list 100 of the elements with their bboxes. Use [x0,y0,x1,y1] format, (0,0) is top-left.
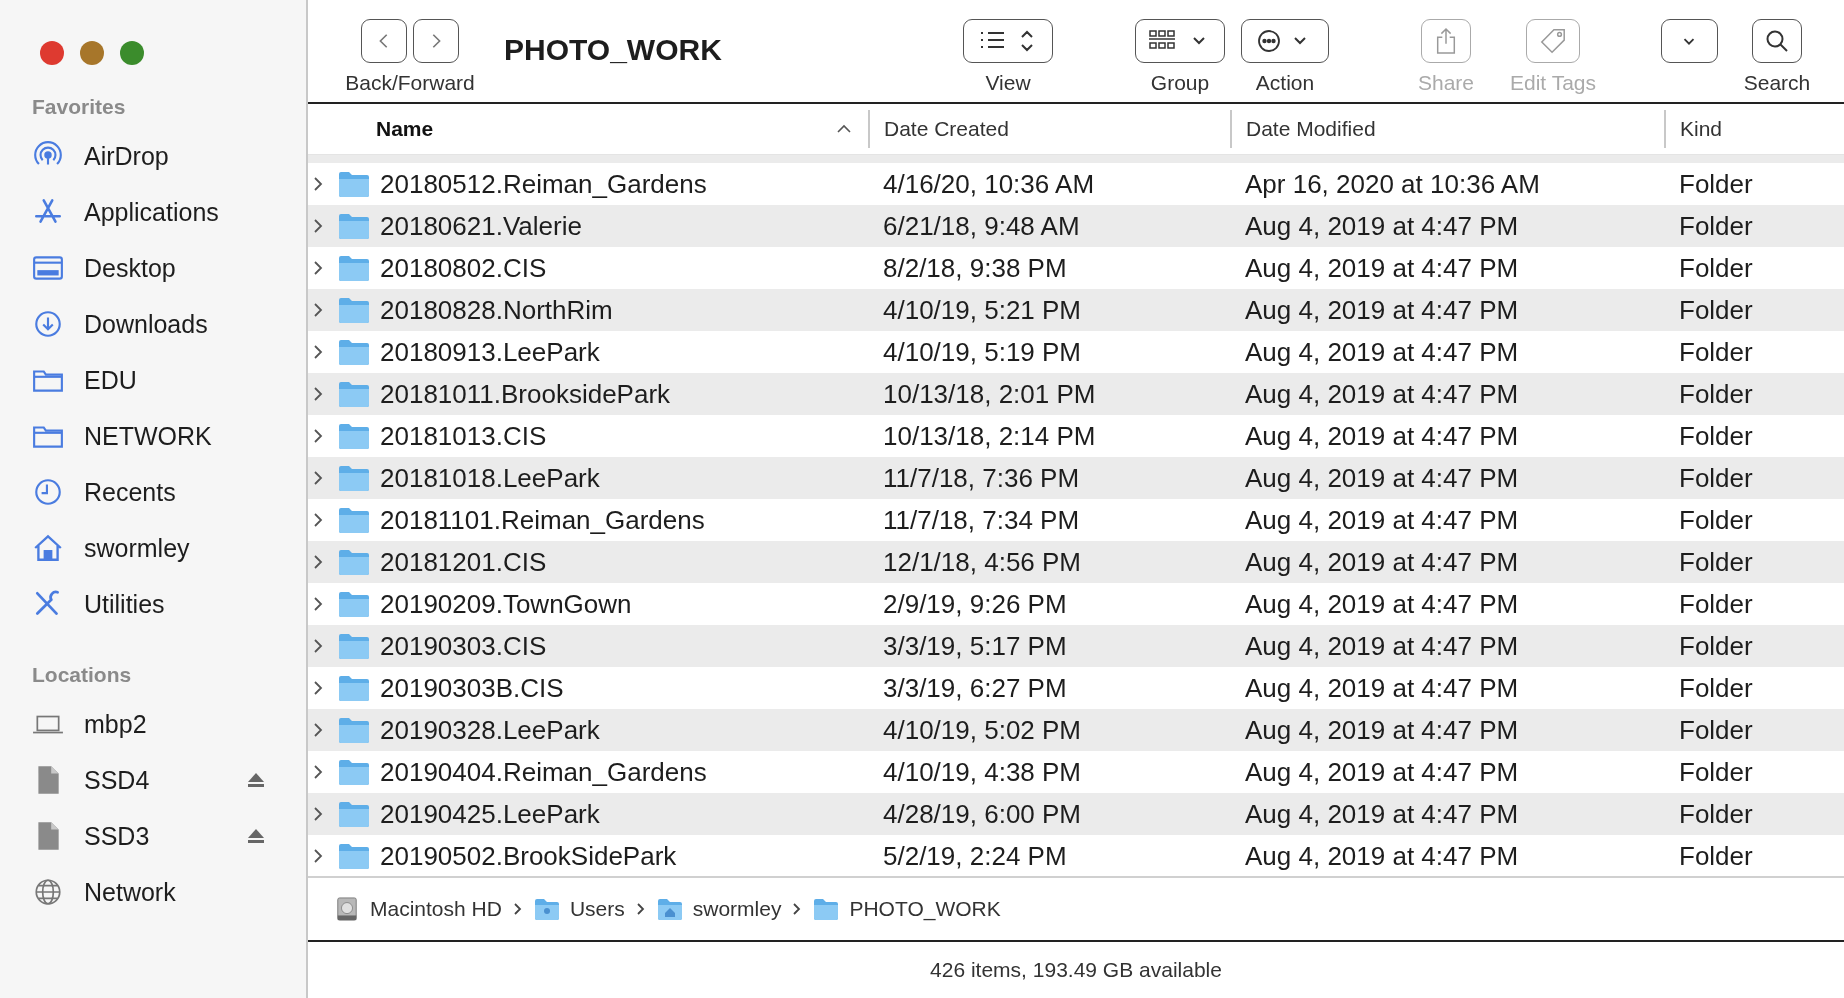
disclosure-chevron-icon[interactable] [312,176,324,192]
file-name[interactable]: 20181018.LeePark [380,462,600,494]
sidebar-item[interactable]: AirDrop [84,141,169,171]
date-modified: Aug 4, 2019 at 4:47 PM [1245,294,1519,326]
dropdown-button[interactable] [1660,19,1718,63]
path-item[interactable]: PHOTO_WORK [849,897,1001,921]
file-kind: Folder [1679,378,1753,410]
file-kind: Folder [1679,546,1753,578]
disclosure-chevron-icon[interactable] [312,722,324,738]
file-kind: Folder [1679,504,1753,536]
disclosure-chevron-icon[interactable] [312,764,324,780]
date-modified: Aug 4, 2019 at 4:47 PM [1245,714,1519,746]
file-name[interactable]: 20181013.CIS [380,420,547,452]
file-kind: Folder [1679,336,1753,368]
file-name[interactable]: 20190209.TownGown [380,588,632,620]
file-name[interactable]: 20190303.CIS [380,630,547,662]
folder-icon [338,717,370,743]
eject-icon[interactable] [246,827,266,845]
sidebar-item[interactable]: Utilities [84,589,165,619]
disclosure-chevron-icon[interactable] [312,596,324,612]
column-header[interactable]: Date Modified [1230,110,1664,148]
disclosure-chevron-icon[interactable] [312,302,324,318]
zoom-button[interactable] [120,41,144,65]
user-folder-icon [533,897,560,921]
file-name[interactable]: 20181011.BrooksidePark [380,378,671,410]
chevron-right-icon [511,902,522,916]
forward-button[interactable] [413,19,459,63]
folder-icon [338,339,370,365]
globe-icon [32,876,64,908]
disclosure-chevron-icon[interactable] [312,806,324,822]
path-item[interactable]: swormley [692,897,782,921]
date-created: 11/7/18, 7:34 PM [883,504,1080,536]
sidebar-item[interactable]: mbp2 [84,709,147,739]
close-button[interactable] [40,41,64,65]
disclosure-chevron-icon[interactable] [312,848,324,864]
file-kind: Folder [1679,420,1753,452]
date-created: 4/16/20, 10:36 AM [883,168,1095,200]
home-folder-icon [656,897,683,921]
folder-icon [338,759,370,785]
date-created: 4/28/19, 6:00 PM [883,798,1082,830]
group-button[interactable] [1135,19,1225,63]
file-name[interactable]: 20190303B.CIS [380,672,564,704]
file-name[interactable]: 20181101.Reiman_Gardens [380,504,705,536]
folder-icon [338,465,370,491]
disclosure-chevron-icon[interactable] [312,680,324,696]
sidebar-item[interactable]: Network [84,877,176,907]
sidebar-item[interactable]: Recents [84,477,176,507]
column-header[interactable]: Kind [1664,110,1844,148]
disclosure-chevron-icon[interactable] [312,218,324,234]
sidebar-item[interactable]: Applications [84,197,219,227]
minimize-button[interactable] [80,41,104,65]
view-button[interactable] [963,19,1053,63]
file-kind: Folder [1679,210,1753,242]
file-name[interactable]: 20180802.CIS [380,252,547,284]
path-item[interactable]: Users [569,897,625,921]
disclosure-chevron-icon[interactable] [312,554,324,570]
date-modified: Aug 4, 2019 at 4:47 PM [1245,378,1519,410]
sidebar-item[interactable]: SSD3 [84,821,150,851]
date-created: 10/13/18, 2:14 PM [883,420,1096,452]
file-name[interactable]: 20190425.LeePark [380,798,600,830]
file-name[interactable]: 20190502.BrookSidePark [380,840,677,872]
search-icon [1764,28,1790,54]
date-modified: Aug 4, 2019 at 4:47 PM [1245,336,1519,368]
file-kind: Folder [1679,588,1753,620]
disclosure-chevron-icon[interactable] [312,638,324,654]
file-name[interactable]: 20180512.Reiman_Gardens [380,168,707,200]
disclosure-chevron-icon[interactable] [312,344,324,360]
file-name[interactable]: 20180828.NorthRim [380,294,613,326]
file-name[interactable]: 20190328.LeePark [380,714,600,746]
file-name[interactable]: 20180913.LeePark [380,336,600,368]
disclosure-chevron-icon[interactable] [312,386,324,402]
back-button[interactable] [361,19,407,63]
toolbar-label: View [985,71,1031,95]
search-button[interactable] [1752,19,1802,63]
sidebar-item[interactable]: Downloads [84,309,208,339]
file-kind: Folder [1679,756,1753,788]
file-name[interactable]: 20181201.CIS [380,546,547,578]
disclosure-chevron-icon[interactable] [312,260,324,276]
column-header[interactable]: Date Created [868,110,1230,148]
column-header[interactable]: Name [308,110,868,148]
sidebar-item[interactable]: NETWORK [84,421,212,451]
disclosure-chevron-icon[interactable] [312,512,324,528]
action-button[interactable] [1241,19,1329,63]
file-name[interactable]: 20190404.Reiman_Gardens [380,756,707,788]
toolbar-label: Action [1255,71,1315,95]
disclosure-chevron-icon[interactable] [312,428,324,444]
eject-icon[interactable] [246,771,266,789]
file-name[interactable]: 20180621.Valerie [380,210,582,242]
date-created: 8/2/18, 9:38 PM [883,252,1067,284]
date-created: 5/2/19, 2:24 PM [883,840,1067,872]
file-kind: Folder [1679,840,1753,872]
path-item[interactable]: Macintosh HD [370,897,502,921]
disclosure-chevron-icon[interactable] [312,470,324,486]
sidebar-item[interactable]: swormley [84,533,190,563]
sidebar-item[interactable]: EDU [84,365,137,395]
folder-icon [338,549,370,575]
sidebar-item[interactable]: Desktop [84,253,176,283]
sidebar-item[interactable]: SSD4 [84,765,150,795]
toolbar-label: Search [1743,71,1811,95]
date-modified: Aug 4, 2019 at 4:47 PM [1245,546,1519,578]
